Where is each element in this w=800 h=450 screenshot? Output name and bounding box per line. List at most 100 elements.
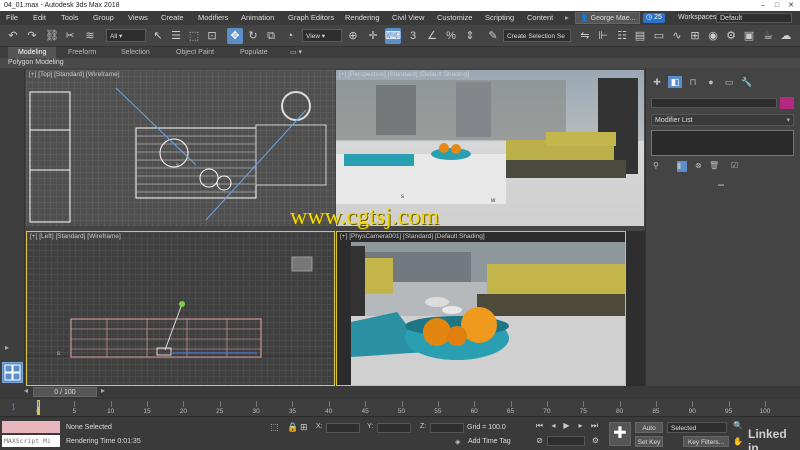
toggle-scene-explorer-icon[interactable]: ☷ [614, 28, 630, 44]
angle-snap-icon[interactable]: ∠ [424, 28, 440, 44]
y-coordinate-field[interactable] [377, 423, 411, 433]
selection-filter-select[interactable]: All ▾ [106, 29, 146, 42]
tab-freeform[interactable]: Freeform [62, 47, 102, 58]
menu-modifiers[interactable]: Modifiers [198, 11, 228, 25]
menu-graph-editors[interactable]: Graph Editors [288, 11, 334, 25]
show-end-result-icon[interactable]: ▮ [677, 161, 687, 172]
snaps-toggle-icon[interactable]: 3 [405, 28, 421, 44]
make-unique-icon[interactable]: ⊗ [695, 161, 705, 172]
reference-coordinate-select[interactable]: View ▾ [302, 29, 342, 42]
menu-create[interactable]: Create [161, 11, 184, 25]
maximize-icon[interactable]: □ [770, 0, 784, 11]
pin-stack-icon[interactable]: ⚲ [653, 161, 663, 172]
link-icon[interactable]: ⛓ [44, 28, 60, 44]
pivot-center-icon[interactable]: ⊕ [345, 28, 361, 44]
unlink-icon[interactable]: ✂ [62, 28, 78, 44]
menu-edit[interactable]: Edit [33, 11, 46, 25]
menu-overflow-icon[interactable]: ▸ [565, 11, 569, 25]
close-icon[interactable]: ✕ [784, 0, 798, 11]
bind-space-warp-icon[interactable]: ≋ [82, 28, 98, 44]
viewport-camera-label[interactable]: [+] [PhysCamera001] [Standard] [Default … [340, 233, 485, 240]
viewport-perspective[interactable]: [+] [Perspective] [Standard] [Default Sh… [336, 70, 644, 226]
select-by-name-icon[interactable]: ☰ [168, 28, 184, 44]
z-coordinate-field[interactable] [430, 423, 464, 433]
play-icon[interactable]: ▶ [561, 421, 572, 431]
set-keys-button[interactable]: ✚ [609, 422, 631, 446]
previous-frame-icon[interactable]: ◂ [548, 421, 559, 431]
align-icon[interactable]: ⊩ [595, 28, 611, 44]
current-frame-field[interactable] [547, 436, 585, 446]
go-to-start-icon[interactable]: ⏮ [534, 421, 545, 431]
create-tab-icon[interactable]: ✚ [650, 76, 664, 88]
toggle-layer-explorer-icon[interactable]: ▤ [632, 28, 648, 44]
rendered-frame-window-icon[interactable]: ▣ [741, 28, 757, 44]
material-editor-icon[interactable]: ◉ [705, 28, 721, 44]
selection-lock-icon[interactable]: 🔒 [287, 422, 298, 433]
menu-group[interactable]: Group [93, 11, 114, 25]
polygon-modeling-label[interactable]: Polygon Modeling [8, 59, 64, 66]
viewport-top-label[interactable]: [+] [Top] [Standard] [Wireframe] [29, 71, 120, 78]
configure-modifier-sets-icon[interactable]: ☑ [731, 161, 741, 172]
expand-layout-icon[interactable]: ▸ [5, 343, 19, 355]
time-slider-prev-icon[interactable]: ◂ [24, 386, 28, 395]
ribbon-options-icon[interactable]: ▭ ▾ [284, 47, 308, 58]
object-color-swatch[interactable] [780, 97, 794, 109]
render-production-icon[interactable]: ☕ [760, 28, 776, 44]
menu-civil-view[interactable]: Civil View [392, 11, 424, 25]
object-name-field[interactable] [651, 98, 777, 108]
modifier-stack[interactable] [651, 130, 794, 156]
pan-view-icon[interactable]: ✋ [733, 437, 743, 446]
utilities-tab-icon[interactable]: 🔧 [740, 76, 754, 88]
menu-content[interactable]: Content [527, 11, 553, 25]
render-in-cloud-icon[interactable]: ☁ [778, 28, 794, 44]
mirror-icon[interactable]: ⇋ [577, 28, 593, 44]
next-frame-icon[interactable]: ▸ [575, 421, 586, 431]
key-mode-select[interactable]: Selected [667, 422, 727, 433]
remove-modifier-icon[interactable]: 🗑 [709, 161, 719, 172]
menu-tools[interactable]: Tools [61, 11, 79, 25]
display-tab-icon[interactable]: ▭ [722, 76, 736, 88]
workspace-select[interactable]: Default [716, 13, 792, 23]
tab-populate[interactable]: Populate [234, 47, 274, 58]
menu-scripting[interactable]: Scripting [485, 11, 514, 25]
window-crossing-icon[interactable]: ⊡ [204, 28, 220, 44]
key-mode-toggle-icon[interactable]: ⊘ [534, 436, 545, 446]
viewport-layout-button[interactable] [2, 362, 23, 383]
select-manipulate-icon[interactable]: ✛ [365, 28, 381, 44]
hierarchy-tab-icon[interactable]: ⊓ [686, 76, 700, 88]
select-move-icon[interactable]: ✥ [227, 28, 243, 44]
time-configuration-icon[interactable]: ⚙ [590, 436, 601, 446]
placement-icon[interactable]: ◔ [282, 28, 298, 44]
schematic-view-icon[interactable]: ⊞ [687, 28, 703, 44]
viewport-left-label[interactable]: [+] [Left] [Standard] [Wireframe] [30, 233, 121, 240]
spinner-snap-icon[interactable]: ⇕ [462, 28, 478, 44]
track-bar[interactable]: ⟆ 0 5 10 15 20 25 30 35 40 45 50 55 60 65 70 75 80 85 90 95… [0, 398, 800, 416]
tab-selection[interactable]: Selection [115, 47, 156, 58]
time-slider-thumb[interactable]: 0 / 100 [33, 387, 97, 397]
set-key-button[interactable]: Set Key [635, 436, 663, 447]
absolute-mode-icon[interactable]: ⊞ [300, 422, 308, 433]
user-account-button[interactable]: 👤 George Mae... [575, 12, 641, 24]
viewport-perspective-label[interactable]: [+] [Perspective] [Standard] [Default Sh… [339, 71, 469, 78]
maxscript-mini-listener[interactable]: MAXScript Mi [2, 435, 60, 447]
percent-snap-icon[interactable]: % [443, 28, 459, 44]
menu-animation[interactable]: Animation [241, 11, 274, 25]
mini-curve-editor-icon[interactable]: ⟆ [12, 403, 15, 411]
notification-badge[interactable]: ◷ 25 [643, 13, 665, 23]
redo-icon[interactable]: ↷ [24, 28, 40, 44]
time-slider-next-icon[interactable]: ▸ [101, 386, 105, 395]
select-object-icon[interactable]: ↖ [150, 28, 166, 44]
x-coordinate-field[interactable] [326, 423, 360, 433]
auto-key-button[interactable]: Auto Key [635, 422, 663, 443]
go-to-end-icon[interactable]: ⏭ [589, 421, 600, 431]
zoom-icon[interactable]: 🔍 [733, 421, 743, 430]
menu-file[interactable]: File [6, 11, 18, 25]
rectangle-selection-icon[interactable]: ⬚ [186, 28, 202, 44]
minimize-icon[interactable]: – [756, 0, 770, 11]
time-slider[interactable]: ◂ 0 / 100 ▸ [0, 386, 800, 398]
menu-customize[interactable]: Customize [437, 11, 472, 25]
add-time-tag-button[interactable]: Add Time Tag [468, 438, 511, 445]
select-rotate-icon[interactable]: ↻ [245, 28, 261, 44]
viewport-top[interactable]: [+] [Top] [Standard] [Wireframe] s [26, 70, 335, 226]
select-scale-icon[interactable]: ⧉ [263, 28, 279, 44]
